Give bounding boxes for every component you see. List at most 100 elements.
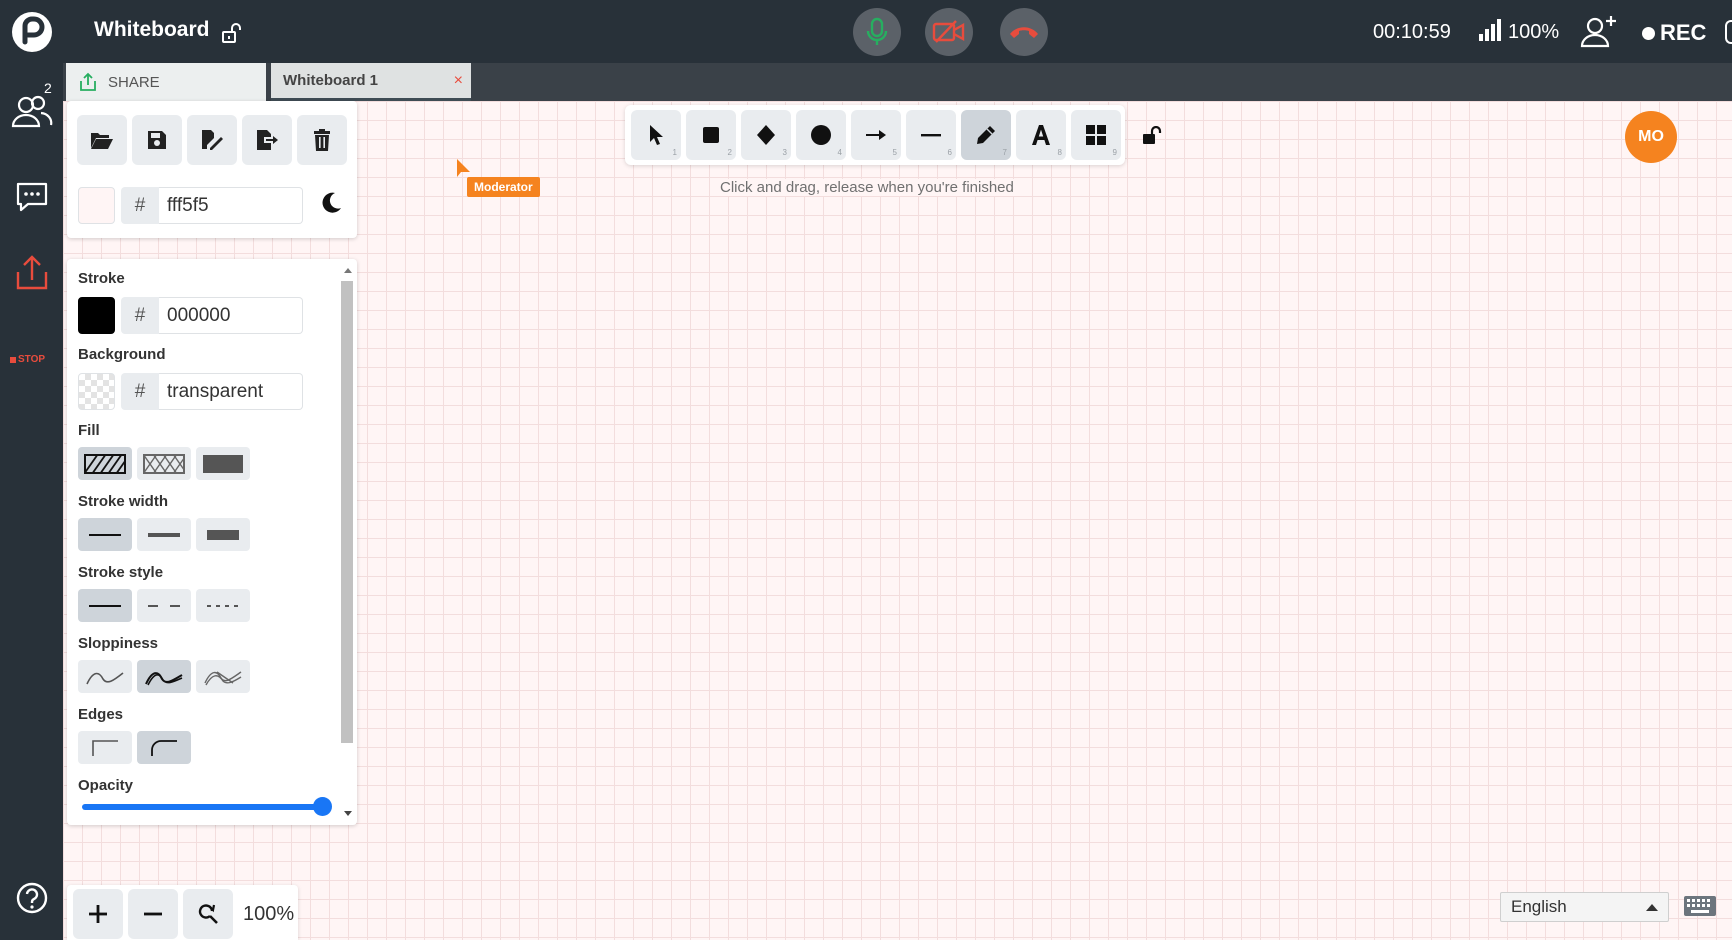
- extra-bold-line-icon: [207, 529, 239, 540]
- canvas-panel: # fff5f5: [67, 101, 357, 238]
- clear-canvas-button[interactable]: [297, 115, 347, 165]
- camera-button[interactable]: [925, 8, 973, 56]
- fill-cross-hatch-option[interactable]: [137, 447, 191, 480]
- sloppiness-architect-option[interactable]: [78, 660, 132, 693]
- tool-shortcut: 5: [892, 148, 897, 157]
- fill-hachure-option[interactable]: [78, 447, 132, 480]
- unlock-icon[interactable]: [220, 22, 242, 44]
- tool-rectangle[interactable]: 2: [686, 110, 736, 160]
- zoom-out-button[interactable]: [128, 889, 178, 939]
- save-as-button[interactable]: [187, 115, 237, 165]
- tool-pencil[interactable]: 7: [961, 110, 1011, 160]
- microphone-button[interactable]: [853, 8, 901, 56]
- user-avatar[interactable]: MO: [1625, 111, 1677, 163]
- sloppiness-artist-option[interactable]: [137, 660, 191, 693]
- tool-shortcut: 6: [947, 148, 952, 157]
- keyboard-icon[interactable]: [1683, 895, 1717, 917]
- pointer-icon: [650, 125, 663, 145]
- stroke-style-dashed-option[interactable]: [137, 589, 191, 622]
- stroke-width-extra-bold-option[interactable]: [196, 518, 250, 551]
- participants-button[interactable]: [0, 87, 63, 135]
- fill-label: Fill: [78, 422, 100, 439]
- logo-icon: [22, 16, 45, 45]
- save-button[interactable]: [132, 115, 182, 165]
- opacity-label: Opacity: [78, 777, 134, 794]
- sharp-edge-icon: [92, 739, 118, 756]
- record-label: REC: [1660, 20, 1707, 45]
- export-button[interactable]: [242, 115, 292, 165]
- record-indicator[interactable]: REC: [1642, 20, 1706, 46]
- solid-line-icon: [89, 604, 121, 607]
- tool-shortcut: 2: [727, 148, 732, 157]
- tool-diamond[interactable]: 3: [741, 110, 791, 160]
- pencil-icon: [977, 126, 995, 144]
- tool-text[interactable]: 8: [1016, 110, 1066, 160]
- scroll-up-icon[interactable]: [339, 265, 357, 275]
- share-screen-icon: [16, 255, 47, 290]
- background-color-swatch[interactable]: [78, 373, 115, 410]
- zoom-reset-icon: [198, 904, 218, 924]
- open-button[interactable]: [77, 115, 127, 165]
- tab-share[interactable]: SHARE: [66, 63, 266, 101]
- stop-text: STOP: [18, 354, 46, 365]
- tool-ellipse[interactable]: 4: [796, 110, 846, 160]
- stroke-width-thin-option[interactable]: [78, 518, 132, 551]
- tool-shortcut: 9: [1112, 148, 1117, 157]
- add-user-icon: [1580, 16, 1616, 48]
- edges-label: Edges: [78, 706, 124, 723]
- edges-sharp-option[interactable]: [78, 731, 132, 764]
- close-tab-icon[interactable]: ×: [454, 72, 463, 90]
- stroke-color-swatch[interactable]: [78, 297, 115, 334]
- tool-lock-button[interactable]: [1142, 126, 1164, 146]
- properties-scroll-thumb[interactable]: [341, 281, 353, 743]
- tool-library[interactable]: 9: [1071, 110, 1121, 160]
- edit-file-icon: [202, 130, 223, 150]
- tool-selection[interactable]: 1: [631, 110, 681, 160]
- camera-off-icon: [932, 20, 965, 43]
- tool-line[interactable]: 6: [906, 110, 956, 160]
- chat-icon: [16, 182, 47, 212]
- tab-whiteboard[interactable]: Whiteboard 1 ×: [271, 63, 471, 101]
- language-select[interactable]: English: [1500, 892, 1669, 922]
- stroke-hash: #: [121, 297, 159, 334]
- hachure-icon: [84, 453, 126, 474]
- tool-hint: Click and drag, release when you're fini…: [716, 179, 1018, 196]
- background-hash: #: [121, 373, 159, 410]
- opacity-slider-track[interactable]: [82, 804, 322, 810]
- zoom-in-button[interactable]: [73, 889, 123, 939]
- fill-solid-option[interactable]: [196, 447, 250, 480]
- rectangle-icon: [703, 127, 719, 143]
- record-dot-icon: [1642, 26, 1655, 40]
- canvas-color-input[interactable]: fff5f5: [159, 187, 303, 224]
- tool-shortcut: 4: [837, 148, 842, 157]
- export-icon: [257, 130, 278, 150]
- stroke-style-dotted-option[interactable]: [196, 589, 250, 622]
- edges-round-option[interactable]: [137, 731, 191, 764]
- canvas-color-swatch[interactable]: [78, 187, 115, 224]
- hangup-button[interactable]: [1000, 8, 1048, 56]
- stroke-style-solid-option[interactable]: [78, 589, 132, 622]
- stroke-width-bold-option[interactable]: [137, 518, 191, 551]
- menu-edge-icon[interactable]: [1725, 20, 1732, 44]
- stop-share-button[interactable]: [0, 251, 63, 295]
- background-color-input[interactable]: transparent: [159, 373, 303, 410]
- scroll-down-icon[interactable]: [339, 809, 357, 819]
- tab-whiteboard-label: Whiteboard 1: [283, 72, 379, 89]
- help-button[interactable]: [0, 876, 63, 920]
- trash-icon: [314, 129, 330, 151]
- opacity-slider-handle[interactable]: [313, 797, 332, 816]
- tool-shortcut: 8: [1057, 148, 1062, 157]
- thin-line-icon: [89, 533, 121, 536]
- chat-button[interactable]: [0, 175, 63, 219]
- tool-arrow[interactable]: 5: [851, 110, 901, 160]
- reset-zoom-button[interactable]: [183, 889, 233, 939]
- sloppiness-cartoonist-option[interactable]: [196, 660, 250, 693]
- collaborator-label: Moderator: [467, 177, 540, 197]
- bold-line-icon: [148, 532, 180, 537]
- dark-mode-button[interactable]: [319, 190, 343, 214]
- app-logo: [12, 12, 52, 52]
- artist-icon: [145, 671, 183, 685]
- stroke-color-input[interactable]: 000000: [159, 297, 303, 334]
- dashed-line-icon: [148, 604, 180, 607]
- add-user-button[interactable]: [1580, 14, 1618, 48]
